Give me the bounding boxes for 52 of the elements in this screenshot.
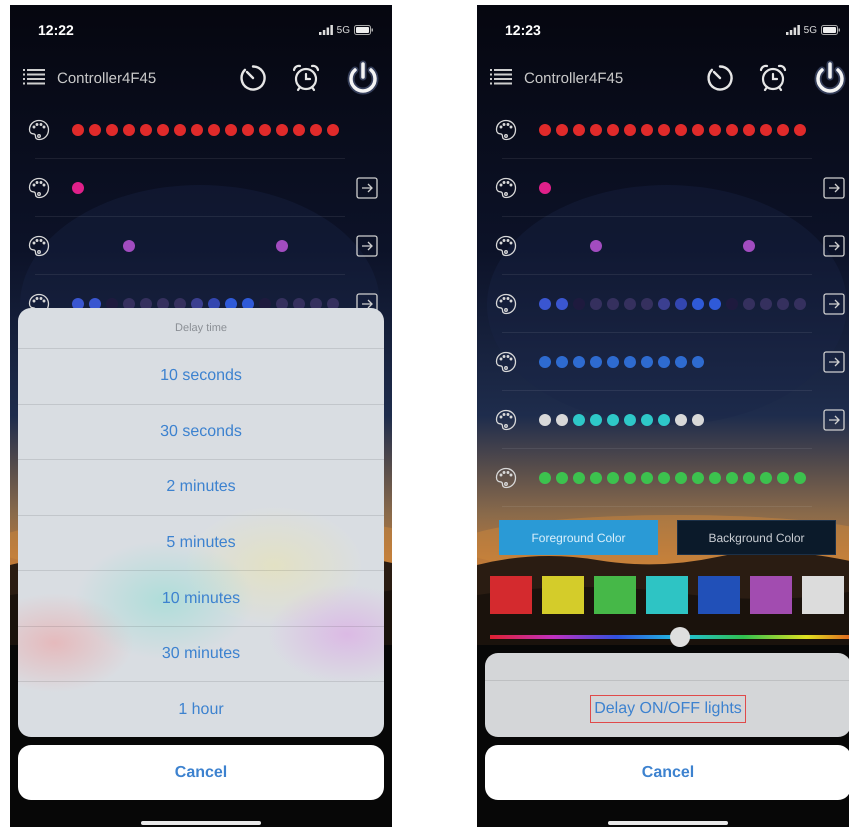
arrow-button[interactable] xyxy=(823,351,845,373)
slider-thumb[interactable] xyxy=(670,627,690,647)
network-label: 5G xyxy=(336,24,350,36)
arrow-button[interactable] xyxy=(356,235,378,257)
color-swatch[interactable] xyxy=(802,576,844,614)
sheet-option[interactable]: 30 seconds xyxy=(18,404,384,460)
palette-icon xyxy=(27,176,51,200)
signal-icon xyxy=(318,25,333,35)
timer-icon[interactable] xyxy=(705,63,735,93)
arrow-button[interactable] xyxy=(823,409,845,431)
signal-icon xyxy=(786,25,800,35)
sheet-option[interactable]: 10 minutes xyxy=(18,571,384,627)
device-title: Controller4F45 xyxy=(524,70,624,86)
color-mode-tab[interactable]: Background Color xyxy=(677,520,836,555)
battery-icon xyxy=(821,25,841,35)
alarm-clock-icon[interactable] xyxy=(290,62,322,94)
timer-icon[interactable] xyxy=(238,63,268,93)
palette-icon xyxy=(494,350,518,374)
color-swatch[interactable] xyxy=(646,576,688,614)
sheet-option[interactable]: 5 minutes xyxy=(18,516,384,572)
status-time: 12:23 xyxy=(505,22,541,38)
sheet-title: Delay time xyxy=(175,322,227,334)
sheet-option[interactable]: 30 minutes xyxy=(18,626,384,682)
arrow-button[interactable] xyxy=(823,235,845,257)
battery-icon xyxy=(354,25,374,35)
palette-icon xyxy=(494,292,518,316)
color-swatch[interactable] xyxy=(698,576,740,614)
status-time: 12:22 xyxy=(38,22,74,38)
palette-icon xyxy=(494,466,518,490)
sheet-option[interactable]: 2 minutes xyxy=(18,460,384,516)
arrow-button[interactable] xyxy=(823,177,845,199)
palette-icon xyxy=(27,118,51,142)
arrow-button[interactable] xyxy=(823,293,845,315)
palette-icon xyxy=(494,176,518,200)
cancel-button[interactable]: Cancel xyxy=(18,745,384,800)
sheet-option[interactable]: 10 seconds xyxy=(18,349,384,405)
color-swatch[interactable] xyxy=(542,576,584,614)
alarm-clock-icon[interactable] xyxy=(757,62,789,94)
sheet-option[interactable]: 1 hour xyxy=(18,682,384,737)
color-swatch[interactable] xyxy=(594,576,636,614)
palette-icon xyxy=(494,408,518,432)
palette-icon xyxy=(27,234,51,258)
network-label: 5G xyxy=(804,24,817,36)
color-mode-tab[interactable]: Foreground Color xyxy=(499,520,658,555)
sheet-option[interactable]: Delay ON/OFF lights xyxy=(485,681,849,737)
device-title: Controller4F45 xyxy=(57,70,156,86)
palette-icon xyxy=(494,234,518,258)
color-swatch[interactable] xyxy=(750,576,792,614)
arrow-button[interactable] xyxy=(356,177,378,199)
palette-icon xyxy=(494,118,518,142)
cancel-button[interactable]: Cancel xyxy=(485,745,849,800)
color-swatch[interactable] xyxy=(490,576,532,614)
